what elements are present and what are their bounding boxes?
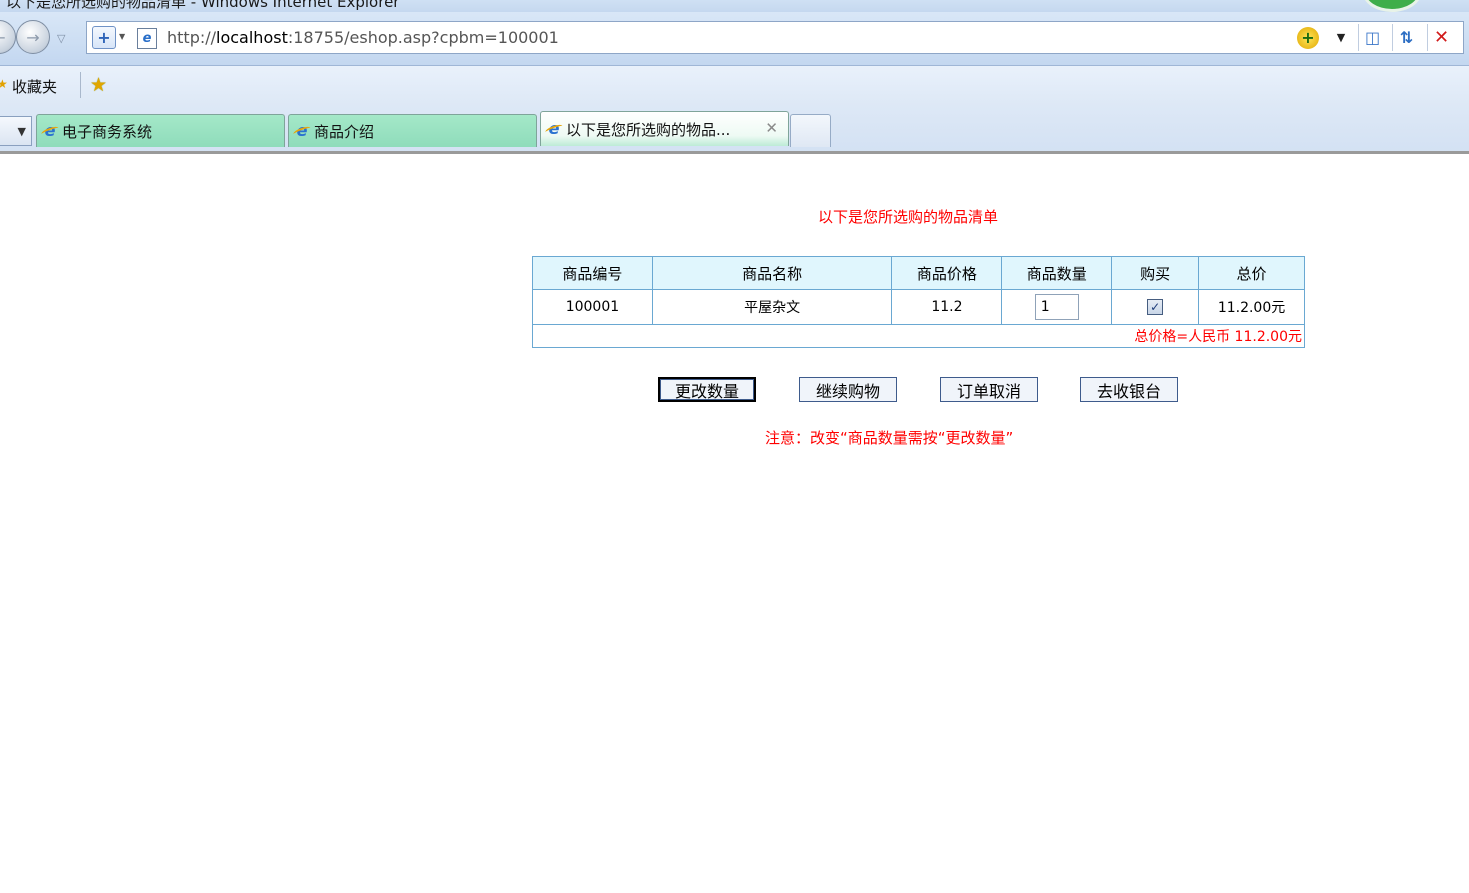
refresh-icon[interactable]: ⇅ — [1392, 24, 1420, 51]
favorites-button[interactable]: 收藏夹 — [12, 76, 57, 97]
chevron-down-icon[interactable]: ▼ — [119, 32, 125, 41]
continue-shopping-button[interactable]: 继续购物 — [799, 377, 897, 402]
column-header-buy: 购买 — [1111, 256, 1200, 290]
url-host: localhost — [216, 28, 288, 47]
compatibility-view-icon[interactable]: ◫ — [1358, 24, 1386, 51]
back-arrow-icon[interactable]: ← — [0, 20, 16, 54]
quantity-input[interactable] — [1034, 294, 1079, 320]
buy-cell: ✓ — [1111, 289, 1200, 325]
window-title: 以下是您所选购的物品清单 - Windows Internet Explorer — [6, 0, 400, 11]
ie-page-icon: e — [545, 120, 563, 138]
product-name: 平屋杂文 — [651, 289, 893, 325]
cart-table: 商品编号 商品名称 商品价格 商品数量 购买 总价 100001 平屋杂文 11… — [532, 256, 1305, 348]
favorites-bar: ★ 收藏夹 ★ — [0, 66, 1469, 106]
notice-text: 注意：改变“商品数量需按“更改数量” — [765, 429, 1014, 447]
column-header-price: 商品价格 — [891, 256, 1003, 290]
product-price: 11.2 — [891, 289, 1003, 325]
window-titlebar: 以下是您所选购的物品清单 - Windows Internet Explorer — [0, 0, 1469, 12]
ie-page-icon: e — [41, 122, 59, 140]
buy-checkbox[interactable]: ✓ — [1147, 299, 1164, 315]
tab-list-button[interactable]: ▼ — [0, 116, 32, 146]
navigation-bar: ← → ▽ + ▼ e http://localhost:18755/eshop… — [0, 12, 1469, 66]
url-prefix: http:// — [167, 28, 217, 47]
total-price: 总价格=人民币 11.2.00元 — [532, 324, 1305, 348]
recent-pages-dropdown-icon[interactable]: ▽ — [57, 32, 65, 45]
new-tab-button[interactable] — [790, 114, 831, 147]
table-header-row: 商品编号 商品名称 商品价格 商品数量 购买 总价 — [532, 256, 1305, 290]
favorites-star-icon[interactable]: ★ — [0, 77, 8, 91]
product-code: 100001 — [532, 289, 653, 325]
tab-bar: ▼ e 电子商务系统 e 商品介绍 e 以下是您所选购的物品... ✕ — [0, 106, 1469, 154]
url-path: :18755/eshop.asp?cpbm=100001 — [287, 28, 559, 47]
titlebar-orb-icon — [1362, 0, 1422, 12]
column-header-code: 商品编号 — [532, 256, 653, 290]
product-subtotal: 11.2.00元 — [1198, 289, 1305, 325]
ie-page-icon: e — [137, 28, 157, 49]
tab-shopping-list[interactable]: e 以下是您所选购的物品... ✕ — [540, 111, 789, 146]
address-dropdown-icon[interactable]: ▼ — [1327, 24, 1355, 51]
page-title: 以下是您所选购的物品清单 — [818, 208, 999, 226]
tab-label: 商品介绍 — [314, 122, 375, 141]
address-url[interactable]: http://localhost:18755/eshop.asp?cpbm=10… — [167, 28, 559, 47]
checkout-button[interactable]: 去收银台 — [1080, 377, 1178, 402]
add-favorite-icon[interactable]: ★ — [90, 74, 107, 96]
go-icon[interactable]: + — [1294, 24, 1322, 51]
table-row: 100001 平屋杂文 11.2 ✓ 11.2.00元 — [532, 289, 1305, 325]
column-header-name: 商品名称 — [651, 256, 893, 290]
ie-page-icon: e — [293, 122, 311, 140]
security-shield-icon[interactable]: + — [92, 26, 116, 49]
address-bar[interactable]: + ▼ e http://localhost:18755/eshop.asp?c… — [86, 21, 1464, 54]
divider — [80, 72, 81, 98]
total-row: 总价格=人民币 11.2.00元 — [532, 324, 1305, 348]
divider — [0, 151, 1469, 154]
cancel-order-button[interactable]: 订单取消 — [940, 377, 1038, 402]
tab-product-intro[interactable]: e 商品介绍 — [288, 114, 537, 147]
quantity-cell — [1001, 289, 1113, 325]
forward-arrow-icon[interactable]: → — [16, 20, 50, 54]
stop-icon[interactable]: ✕ — [1427, 24, 1455, 51]
close-tab-icon[interactable]: ✕ — [765, 119, 778, 137]
tab-ecommerce[interactable]: e 电子商务系统 — [36, 114, 285, 147]
change-quantity-button[interactable]: 更改数量 — [658, 377, 756, 402]
column-header-subtotal: 总价 — [1198, 256, 1305, 290]
tab-label: 电子商务系统 — [62, 122, 153, 141]
column-header-quantity: 商品数量 — [1001, 256, 1113, 290]
tab-label: 以下是您所选购的物品... — [566, 120, 731, 139]
